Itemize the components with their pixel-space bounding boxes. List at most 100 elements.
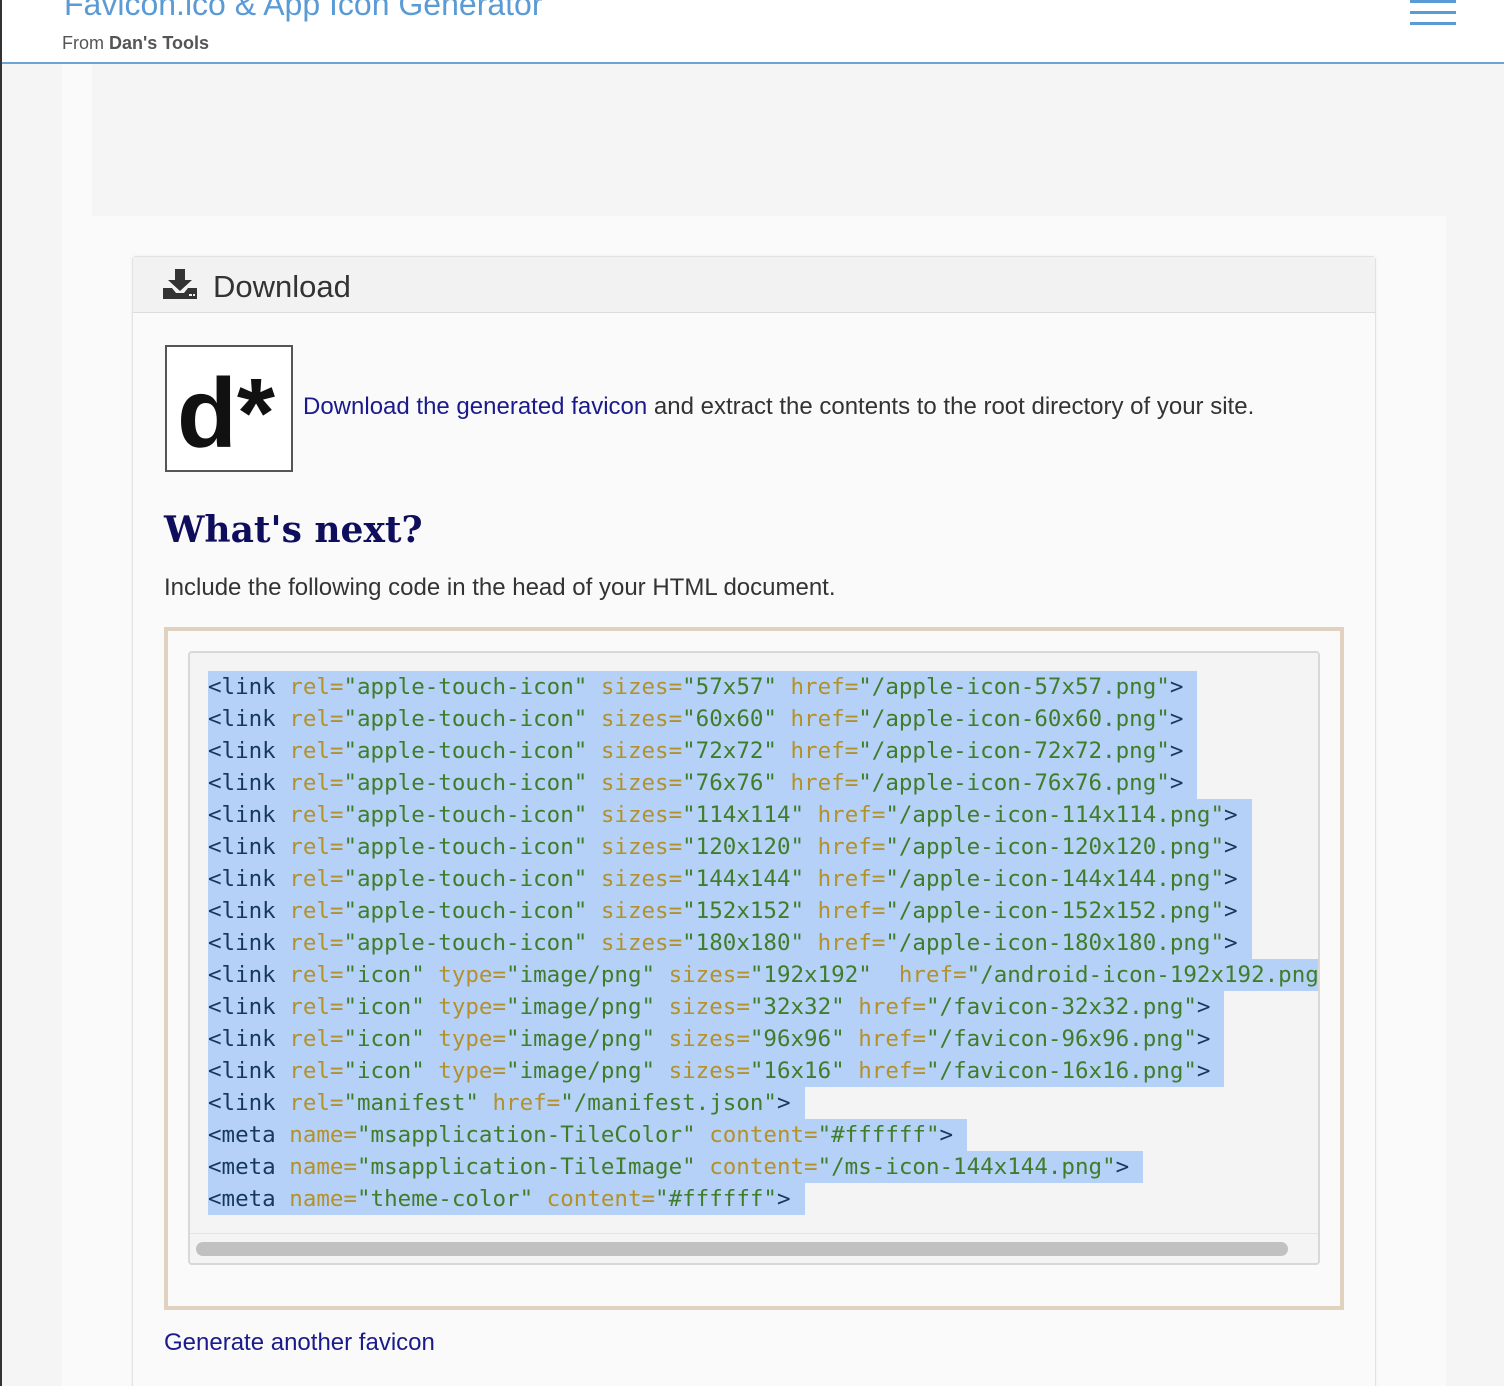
code-token-attr: rel=: [289, 994, 344, 1020]
code-token-attr: href=: [858, 994, 926, 1020]
code-token-tag: <link: [208, 962, 276, 988]
code-token-attr: name=: [289, 1186, 358, 1212]
code-token-sp: [777, 674, 791, 700]
generate-another-link[interactable]: Generate another favicon: [164, 1329, 435, 1357]
code-token-tag: <link: [208, 834, 276, 860]
code-token-val: "114x114": [682, 802, 805, 828]
code-token-val: "/android-icon-192x192.png": [966, 962, 1320, 988]
download-favicon-link[interactable]: Download the generated favicon: [303, 393, 647, 420]
code-token-tag: >: [776, 1186, 791, 1212]
code-token-sp: [655, 994, 669, 1020]
code-line: <link rel="apple-touch-icon" sizes="60x6…: [208, 703, 1318, 735]
code-token-attr: href=: [817, 898, 886, 924]
selected-code-text: <link rel="apple-touch-icon" sizes="76x7…: [208, 767, 1198, 799]
code-token-attr: rel=: [289, 898, 344, 924]
code-line: <link rel="icon" type="image/png" sizes=…: [208, 991, 1318, 1023]
selected-code-text: <link rel="apple-touch-icon" sizes="57x5…: [208, 671, 1198, 703]
code-token-sp: [696, 1122, 710, 1148]
code-token-val: "apple-touch-icon": [343, 866, 588, 892]
code-token-sp: [655, 1026, 669, 1052]
code-token-tag: >: [1169, 770, 1184, 796]
code-token-val: "/apple-icon-114x114.png": [885, 802, 1224, 828]
code-token-val: "apple-touch-icon": [343, 738, 588, 764]
code-token-attr: type=: [438, 1026, 507, 1052]
code-token-val: "apple-touch-icon": [343, 706, 588, 732]
code-token-val: "/apple-icon-60x60.png": [858, 706, 1170, 732]
favicon-glyph: d*: [177, 358, 276, 468]
code-token-attr: rel=: [289, 1058, 344, 1084]
code-line: <meta name="theme-color" content="#fffff…: [208, 1183, 1318, 1215]
scrollbar-thumb[interactable]: [196, 1242, 1288, 1256]
ad-placeholder: [92, 64, 1504, 216]
code-token-tag: <link: [208, 930, 276, 956]
code-token-val: "manifest": [343, 1090, 479, 1116]
code-token-tag: <meta: [208, 1122, 276, 1148]
selected-code-text: <link rel="icon" type="image/png" sizes=…: [208, 959, 1320, 991]
code-token-sp: [587, 770, 601, 796]
selected-code-text: <link rel="apple-touch-icon" sizes="144x…: [208, 863, 1252, 895]
code-token-sp: [587, 930, 601, 956]
site-title[interactable]: Favicon.ico & App Icon Generator: [64, 0, 542, 23]
menu-bar: [1410, 22, 1456, 25]
code-token-attr: name=: [289, 1122, 358, 1148]
selected-code-text: <link rel="icon" type="image/png" sizes=…: [208, 1055, 1225, 1087]
code-token-attr: type=: [438, 994, 507, 1020]
code-token-tag: <link: [208, 738, 276, 764]
code-token-val: "/apple-icon-144x144.png": [885, 866, 1224, 892]
code-line: <link rel="apple-touch-icon" sizes="152x…: [208, 895, 1318, 927]
code-token-attr: href=: [817, 866, 886, 892]
code-token-sp: [425, 1026, 439, 1052]
code-token-val: "/apple-icon-152x152.png": [885, 898, 1224, 924]
code-token-attr: href=: [790, 738, 859, 764]
code-block[interactable]: <link rel="apple-touch-icon" sizes="57x5…: [188, 651, 1320, 1265]
code-token-attr: rel=: [289, 1026, 344, 1052]
code-line: <link rel="manifest" href="/manifest.jso…: [208, 1087, 1318, 1119]
code-token-attr: href=: [492, 1090, 561, 1116]
code-token-sp: [587, 674, 601, 700]
code-token-tag: >: [1169, 738, 1184, 764]
code-token-attr: href=: [898, 962, 967, 988]
code-lines[interactable]: <link rel="apple-touch-icon" sizes="57x5…: [208, 671, 1320, 1217]
whats-next-heading: What's next?: [164, 509, 423, 551]
card-header: Download: [133, 257, 1375, 313]
code-token-attr: href=: [858, 1058, 926, 1084]
code-token-attr: sizes=: [600, 930, 683, 956]
code-token-attr: rel=: [289, 930, 344, 956]
subtitle-brand[interactable]: Dan's Tools: [109, 33, 209, 53]
code-token-attr: content=: [709, 1122, 818, 1148]
code-token-sp: [655, 1058, 669, 1084]
code-token-sp: [804, 930, 818, 956]
code-token-sp: [587, 898, 601, 924]
hamburger-menu-icon[interactable]: [1410, 0, 1456, 26]
code-token-val: "/ms-icon-144x144.png": [817, 1154, 1116, 1180]
code-token-attr: href=: [858, 1026, 926, 1052]
code-token-val: "57x57": [682, 674, 777, 700]
code-token-sp: [533, 1186, 547, 1212]
code-token-sp: [587, 706, 601, 732]
code-token-attr: sizes=: [668, 1058, 750, 1084]
code-token-tag: >: [776, 1090, 791, 1116]
code-token-tag: <meta: [208, 1186, 276, 1212]
code-token-tag: <link: [208, 802, 276, 828]
code-token-sp: [804, 834, 818, 860]
selected-code-text: <meta name="theme-color" content="#fffff…: [208, 1183, 805, 1215]
code-line: <link rel="icon" type="image/png" sizes=…: [208, 1023, 1318, 1055]
code-token-sp: [276, 1186, 290, 1212]
code-token-val: "/favicon-16x16.png": [925, 1058, 1197, 1084]
code-token-sp: [845, 1026, 859, 1052]
code-token-tag: <link: [208, 1026, 276, 1052]
selected-code-text: <link rel="manifest" href="/manifest.jso…: [208, 1087, 805, 1119]
code-token-sp: [276, 898, 290, 924]
horizontal-scrollbar[interactable]: [190, 1233, 1318, 1263]
code-token-val: "60x60": [682, 706, 777, 732]
code-token-attr: type=: [438, 1058, 507, 1084]
code-line: <link rel="apple-touch-icon" sizes="120x…: [208, 831, 1318, 863]
code-token-val: "icon": [343, 1058, 425, 1084]
download-instruction-rest: and extract the contents to the root dir…: [647, 393, 1255, 420]
download-card: Download d* Download the generated favic…: [132, 256, 1376, 1386]
code-token-sp: [276, 1058, 290, 1084]
code-token-val: "apple-touch-icon": [343, 930, 588, 956]
code-token-attr: content=: [546, 1186, 656, 1212]
code-token-val: "#ffffff": [817, 1122, 940, 1148]
code-token-attr: href=: [817, 802, 886, 828]
